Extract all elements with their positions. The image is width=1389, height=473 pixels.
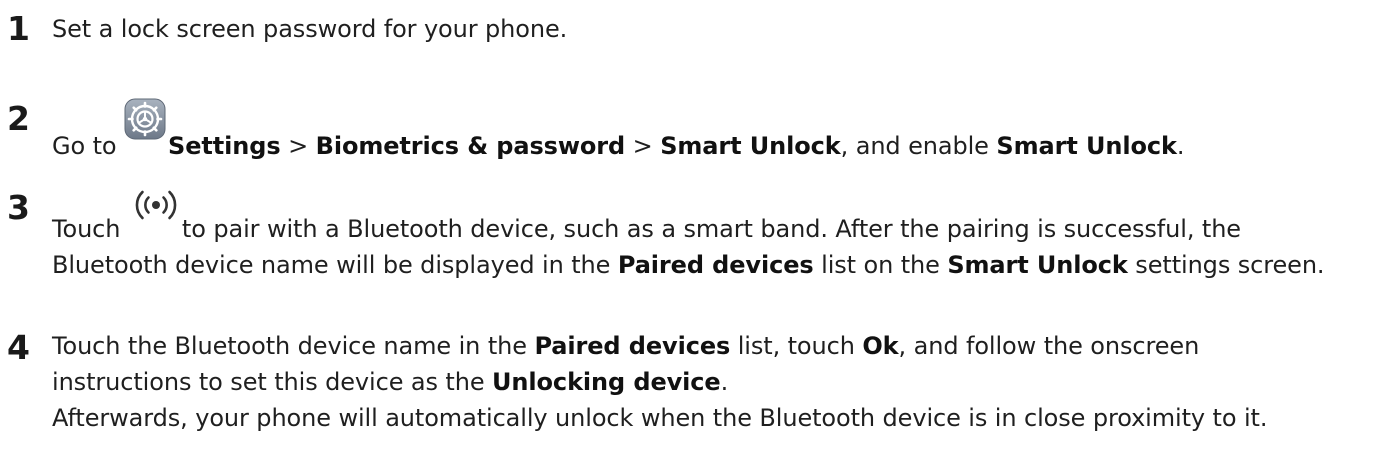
step-text: Touch the Bluetooth device name in the P… xyxy=(52,328,1342,436)
step-2-end: . xyxy=(1176,132,1185,160)
step-3-end: settings screen. xyxy=(1127,251,1325,279)
step-number: 3 xyxy=(7,188,30,227)
step-4-mid1: list, touch xyxy=(730,332,863,360)
step-text: Touch to pair with a Bluetooth device, s… xyxy=(52,187,1352,283)
smart-unlock-label: Smart Unlock xyxy=(947,251,1128,279)
biometrics-label: Biometrics & password xyxy=(315,132,626,160)
smart-unlock-label: Smart Unlock xyxy=(996,132,1177,160)
separator: > xyxy=(280,132,316,160)
ok-label: Ok xyxy=(862,332,899,360)
settings-label: Settings xyxy=(168,132,281,160)
step-4-followup: Afterwards, your phone will automaticall… xyxy=(52,404,1268,432)
step-text: Go to Settings > Biometrics & password >… xyxy=(52,98,1382,164)
step-2-go-to: Go to xyxy=(52,132,117,160)
settings-gear-icon xyxy=(124,98,166,140)
step-3-touch: Touch xyxy=(52,215,121,243)
step-4-pre: Touch the Bluetooth device name in the xyxy=(52,332,535,360)
step-number: 1 xyxy=(7,9,30,48)
separator: > xyxy=(625,132,661,160)
paired-devices-label: Paired devices xyxy=(617,251,814,279)
smart-unlock-label: Smart Unlock xyxy=(660,132,841,160)
step-2-mid: , and enable xyxy=(840,132,997,160)
step-number: 2 xyxy=(7,99,30,138)
paired-devices-label: Paired devices xyxy=(534,332,731,360)
bluetooth-signal-icon xyxy=(134,187,178,223)
step-3-mid: list on the xyxy=(813,251,948,279)
step-text: Set a lock screen password for your phon… xyxy=(52,11,1382,47)
unlocking-device-label: Unlocking device xyxy=(492,368,721,396)
step-1-text: Set a lock screen password for your phon… xyxy=(52,15,568,43)
step-4-end: . xyxy=(720,368,729,396)
step-number: 4 xyxy=(7,328,30,367)
